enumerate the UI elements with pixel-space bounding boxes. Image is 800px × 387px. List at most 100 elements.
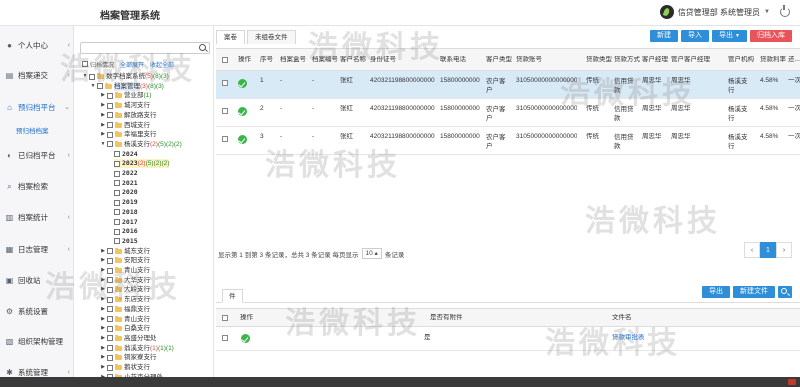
col-header[interactable]: 操作	[238, 56, 251, 64]
tree-node[interactable]: ▶ 白桑支行	[100, 324, 150, 333]
caret-right-icon[interactable]: ▶	[100, 121, 106, 130]
tree-node[interactable]: ▶ 青山支行	[100, 266, 150, 275]
tree-checkbox[interactable]	[107, 364, 113, 371]
caret-right-icon[interactable]: ▶	[100, 295, 106, 304]
tree-checkbox[interactable]	[114, 228, 120, 235]
sidebar-item-submit[interactable]: ▤ 档案递交 ‹	[0, 60, 74, 90]
tree-node[interactable]: ▼ 档案管理 (3) (8) (3)	[90, 81, 164, 91]
table-row[interactable]: 3 - - 张红 420321198800000000 15800000000 农户客户 31…	[216, 127, 800, 155]
tree-node[interactable]: ▶ 解放路支行	[100, 111, 157, 120]
col-header[interactable]: 管户客户经理	[671, 56, 710, 64]
tree-node[interactable]: ▶ 幸福里支行	[100, 130, 157, 139]
tree-checkbox[interactable]	[107, 316, 113, 322]
user-area[interactable]: 信贷管理部 系统管理员 ▼	[659, 5, 790, 19]
tree-checkbox[interactable]	[114, 238, 120, 245]
user-label[interactable]: 信贷管理部 系统管理员	[678, 7, 760, 18]
col-header[interactable]: 贷款方式	[614, 56, 640, 64]
col-header[interactable]: 档案盒号	[280, 56, 306, 64]
tree-node-year[interactable]: 2024	[114, 150, 138, 159]
next-page-button[interactable]: ›	[776, 242, 792, 258]
col-header[interactable]: 序号	[260, 56, 273, 64]
row-checkbox[interactable]	[222, 80, 228, 86]
caret-right-icon[interactable]: ▶	[100, 344, 106, 353]
check-circle-icon[interactable]	[238, 107, 247, 116]
tree-node[interactable]: ▶ 大华支行	[100, 276, 150, 285]
file-export-button[interactable]: 导出	[702, 286, 730, 298]
col-header[interactable]: 管户机构	[728, 56, 754, 64]
tree-checkbox[interactable]	[114, 151, 120, 158]
tree-checkbox[interactable]	[107, 277, 113, 284]
check-circle-icon[interactable]	[238, 79, 247, 88]
tree-node[interactable]: ▶ 鹅状支行	[100, 363, 150, 372]
chevron-down-icon[interactable]: ▼	[764, 9, 770, 15]
caret-down-icon[interactable]: ▼	[100, 140, 106, 149]
caret-right-icon[interactable]: ▶	[100, 130, 106, 139]
tree-node-year[interactable]: 2019	[114, 198, 138, 207]
export-button[interactable]: 导出 ▼	[712, 30, 747, 42]
select-all-checkbox[interactable]	[222, 315, 228, 321]
tree-search-input[interactable]	[80, 42, 210, 54]
new-file-button[interactable]: 新建文件	[733, 286, 775, 298]
col-header[interactable]: 档案编号	[312, 56, 338, 64]
col-header[interactable]: 贷款账号	[516, 56, 542, 64]
table-row[interactable]: 2 - - 张红 420321198800000000 15800000000 农户客户 31…	[216, 99, 800, 127]
tree-checkbox[interactable]	[107, 335, 113, 342]
tree-checkbox[interactable]	[107, 257, 113, 264]
tree-checkbox[interactable]	[114, 160, 120, 167]
file-name-link[interactable]: 贷款审批表	[612, 334, 645, 342]
sidebar-item-personal[interactable]: ● 个人中心 ‹	[0, 30, 74, 60]
tree-checkbox[interactable]	[107, 141, 113, 148]
tree-checkbox[interactable]	[114, 189, 120, 196]
tree-node-year[interactable]: 2015	[114, 237, 138, 246]
caret-right-icon[interactable]: ▶	[100, 363, 106, 372]
tree-node-year[interactable]: 2016	[114, 227, 138, 236]
tree-node-year[interactable]: 2021	[114, 179, 138, 188]
caret-right-icon[interactable]: ▶	[100, 266, 106, 275]
sidebar-item-recycle[interactable]: ▣ 回收站	[0, 265, 74, 295]
tree-node[interactable]: ▶ 西城支行	[100, 121, 150, 130]
sidebar-item-logs[interactable]: ▦ 日志管理 ‹	[0, 234, 74, 264]
tree-node-year[interactable]: 2020	[114, 188, 138, 197]
col-header[interactable]: 操作	[240, 314, 253, 322]
tree-checkbox[interactable]	[107, 92, 113, 99]
tree-node[interactable]: ▶ 营业部 (1)	[100, 91, 151, 100]
tree-checkbox[interactable]	[107, 354, 113, 361]
tree-node[interactable]: ▼ 数字档案系统 (5) (8) (3)	[82, 72, 169, 81]
tree-checkbox[interactable]	[107, 345, 113, 352]
check-circle-icon[interactable]	[238, 135, 247, 144]
tree-node-year[interactable]: 2017	[114, 218, 138, 227]
prev-page-button[interactable]: ‹	[744, 242, 760, 258]
col-header[interactable]: 贷款类型	[586, 56, 612, 64]
tree-node[interactable]: ▶ 城东支行	[100, 247, 150, 256]
tab-file[interactable]: 件	[222, 289, 243, 303]
new-button[interactable]: 新建	[650, 30, 679, 42]
col-header[interactable]: 文件名	[612, 314, 632, 322]
caret-right-icon[interactable]: ▶	[100, 353, 106, 362]
archive-status-checkbox[interactable]: 归档情况	[82, 60, 114, 69]
tree-node[interactable]: ▶ 福鼎支行	[100, 305, 150, 314]
expand-all-link[interactable]: 全部展开	[120, 60, 144, 69]
sidebar-item-search[interactable]: ⌕ 档案检索	[0, 171, 74, 201]
check-circle-icon[interactable]	[241, 334, 250, 343]
tree-checkbox[interactable]	[107, 296, 113, 303]
tree-node-year[interactable]: 2018	[114, 208, 138, 217]
tree-node[interactable]: ▶ 高盛分理处	[100, 334, 157, 343]
tree-checkbox[interactable]	[114, 180, 120, 187]
tree-checkbox[interactable]	[107, 267, 113, 274]
tree-checkbox[interactable]	[107, 248, 113, 255]
sidebar-subitem-pre-archive-files[interactable]: 预归档档案	[16, 125, 49, 135]
col-header[interactable]: 身份证号	[370, 56, 396, 64]
caret-right-icon[interactable]: ▶	[100, 285, 106, 294]
sidebar-item-settings[interactable]: ⚙ 系统设置	[0, 296, 74, 326]
tree-node[interactable]: ▶ 大岭支行	[100, 285, 150, 294]
page-1-button[interactable]: 1	[760, 242, 776, 258]
tree-checkbox[interactable]	[114, 199, 120, 206]
tree-checkbox[interactable]	[107, 286, 113, 293]
sidebar-item-pre-archive[interactable]: ⌂ 预归档平台 ⌄	[0, 92, 74, 122]
tree-node[interactable]: ▶ 青山支行	[100, 315, 150, 324]
page-size-select[interactable]: 10 ▴	[361, 248, 382, 259]
tree-checkbox[interactable]	[107, 306, 113, 313]
caret-right-icon[interactable]: ▶	[100, 101, 106, 110]
file-row[interactable]: 是 贷款审批表	[216, 327, 800, 351]
tray-icon[interactable]	[788, 379, 796, 385]
